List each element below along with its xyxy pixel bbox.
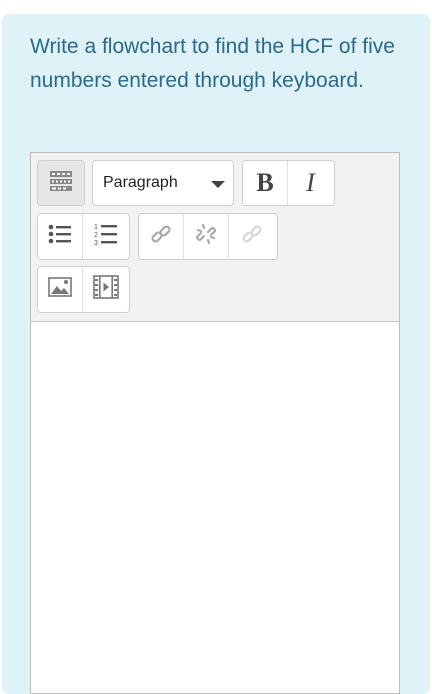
unordered-list-button[interactable] bbox=[38, 214, 83, 259]
editor-toolbar: Paragraph B I 1 2 3 bbox=[31, 153, 399, 322]
rich-text-editor: Paragraph B I 1 2 3 bbox=[30, 152, 400, 694]
paragraph-format-select[interactable]: Paragraph bbox=[92, 160, 234, 206]
unlink-icon bbox=[194, 222, 218, 251]
insert-media-icon bbox=[92, 275, 119, 304]
disabled-link-icon bbox=[240, 222, 264, 251]
ordered-list-icon: 1 2 3 bbox=[94, 222, 118, 251]
svg-text:2: 2 bbox=[94, 232, 98, 239]
bold-button[interactable]: B bbox=[243, 161, 288, 205]
editor-content-area[interactable] bbox=[31, 322, 399, 693]
toolbar-toggle-group bbox=[37, 160, 85, 206]
svg-text:1: 1 bbox=[94, 224, 98, 231]
paragraph-format-value: Paragraph bbox=[103, 174, 178, 191]
ordered-list-button[interactable]: 1 2 3 bbox=[83, 214, 128, 259]
unordered-list-icon bbox=[48, 223, 72, 250]
chevron-down-icon bbox=[211, 181, 225, 188]
toolbar-toggle-icon bbox=[49, 170, 73, 197]
toolbar-toggle-button[interactable] bbox=[38, 161, 84, 205]
insert-media-button[interactable] bbox=[83, 267, 128, 312]
insert-image-button[interactable] bbox=[38, 267, 83, 312]
disabled-link-button[interactable] bbox=[229, 214, 274, 259]
svg-text:3: 3 bbox=[94, 240, 98, 246]
bold-label: B bbox=[256, 168, 274, 197]
insert-image-icon bbox=[48, 276, 72, 303]
list-group: 1 2 3 bbox=[37, 213, 130, 260]
unlink-button[interactable] bbox=[184, 214, 229, 259]
italic-label: I bbox=[306, 168, 315, 197]
media-group bbox=[37, 266, 130, 313]
text-style-group: B I bbox=[242, 160, 335, 206]
link-button[interactable] bbox=[139, 214, 184, 259]
question-text: Write a flowchart to find the HCF of fiv… bbox=[30, 35, 395, 92]
link-icon bbox=[149, 222, 173, 251]
italic-button[interactable]: I bbox=[288, 161, 333, 205]
link-group bbox=[138, 213, 278, 260]
